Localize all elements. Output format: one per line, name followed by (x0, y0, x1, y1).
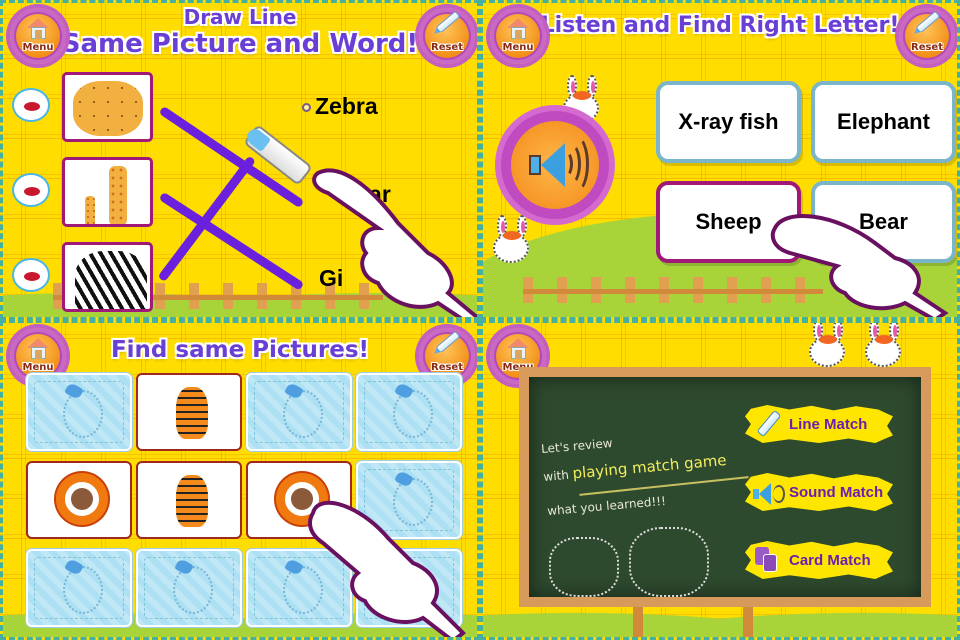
picture-card-zebra[interactable] (62, 242, 153, 312)
menu-button[interactable]: Menu (490, 8, 546, 68)
lips-icon[interactable] (12, 88, 50, 122)
memory-card-facedown[interactable] (246, 373, 352, 451)
answer-xray-fish[interactable]: X-ray fish (656, 81, 801, 163)
reset-button[interactable]: Reset (419, 8, 475, 68)
tiger-picture (176, 387, 208, 439)
bull-picture (56, 473, 108, 525)
crayon-icon (756, 409, 782, 438)
lips-icon[interactable] (12, 173, 50, 207)
house-icon (27, 338, 49, 360)
memory-card-facedown[interactable] (356, 373, 462, 451)
chalk-text-line1: Let's review (540, 435, 614, 457)
pointing-hand-icon (312, 168, 477, 317)
memory-card-bull[interactable] (26, 461, 132, 539)
title-line2: Same Picture and Word! (61, 29, 419, 59)
word-zebra[interactable]: Zebra (315, 93, 378, 120)
menu-label: Menu (22, 42, 54, 53)
reset-label: Reset (911, 42, 943, 53)
chalkboard: Let's review with playing match game wha… (519, 367, 931, 607)
panel-line-match: Draw Line Same Picture and Word! Menu Re… (0, 0, 480, 320)
title: Find same Pictures! (110, 337, 370, 363)
house-icon (507, 338, 529, 360)
panel-card-match: Find same Pictures! Menu Reset (0, 320, 480, 640)
lips-icon[interactable] (12, 258, 50, 292)
chalk-bunny-drawing (549, 537, 619, 597)
memory-card-tiger[interactable] (136, 461, 242, 539)
title: Listen and Find Right Letter! (540, 13, 900, 38)
play-sound-button[interactable] (501, 111, 609, 219)
card-match-button[interactable]: Card Match (745, 541, 893, 579)
easel-leg (743, 607, 753, 637)
reset-button[interactable]: Reset (899, 8, 955, 68)
chalk-text-line2: with playing match game (542, 451, 728, 484)
chalk-text-line3: what you learned!!! (546, 493, 667, 519)
bunny-outline-icon (283, 390, 323, 438)
memory-card-tiger[interactable] (136, 373, 242, 451)
menu-button[interactable]: Menu (10, 8, 66, 68)
pointing-hand-icon (770, 214, 949, 317)
memory-card-facedown[interactable] (136, 549, 242, 627)
reset-label: Reset (431, 362, 463, 373)
bunny-outline-icon (63, 390, 103, 438)
picture-card-giraffe[interactable] (62, 157, 153, 227)
title-line1: Draw Line (183, 5, 297, 29)
house-icon (507, 18, 529, 40)
bunny-decoration (809, 323, 845, 367)
menu-label: Menu (22, 362, 54, 373)
drawn-line (157, 155, 257, 283)
bunny-outline-icon (173, 566, 213, 614)
panel-sound-match: Listen and Find Right Letter! Menu Reset… (480, 0, 960, 320)
pointing-hand-icon (308, 500, 466, 637)
answer-elephant[interactable]: Elephant (811, 81, 956, 163)
chalk-bunny-drawing (629, 527, 709, 597)
menu-label: Menu (502, 42, 534, 53)
line-match-button[interactable]: Line Match (745, 405, 893, 443)
bunny-decoration (493, 215, 529, 263)
easel-leg (633, 607, 643, 637)
house-icon (27, 18, 49, 40)
tiger-picture (176, 475, 208, 527)
chalk-highlight: playing match game (571, 451, 728, 483)
reset-label: Reset (431, 42, 463, 53)
sound-match-button[interactable]: Sound Match (745, 473, 893, 511)
memory-card-facedown[interactable] (26, 549, 132, 627)
bunny-decoration (865, 323, 901, 367)
picture-card-jaguar[interactable] (62, 72, 153, 142)
memory-card-facedown[interactable] (26, 373, 132, 451)
word-anchor-dot[interactable] (302, 103, 311, 112)
bunny-outline-icon (393, 390, 433, 438)
bunny-outline-icon (63, 566, 103, 614)
panel-main-menu: Menu Let's review with playing match gam… (480, 320, 960, 640)
